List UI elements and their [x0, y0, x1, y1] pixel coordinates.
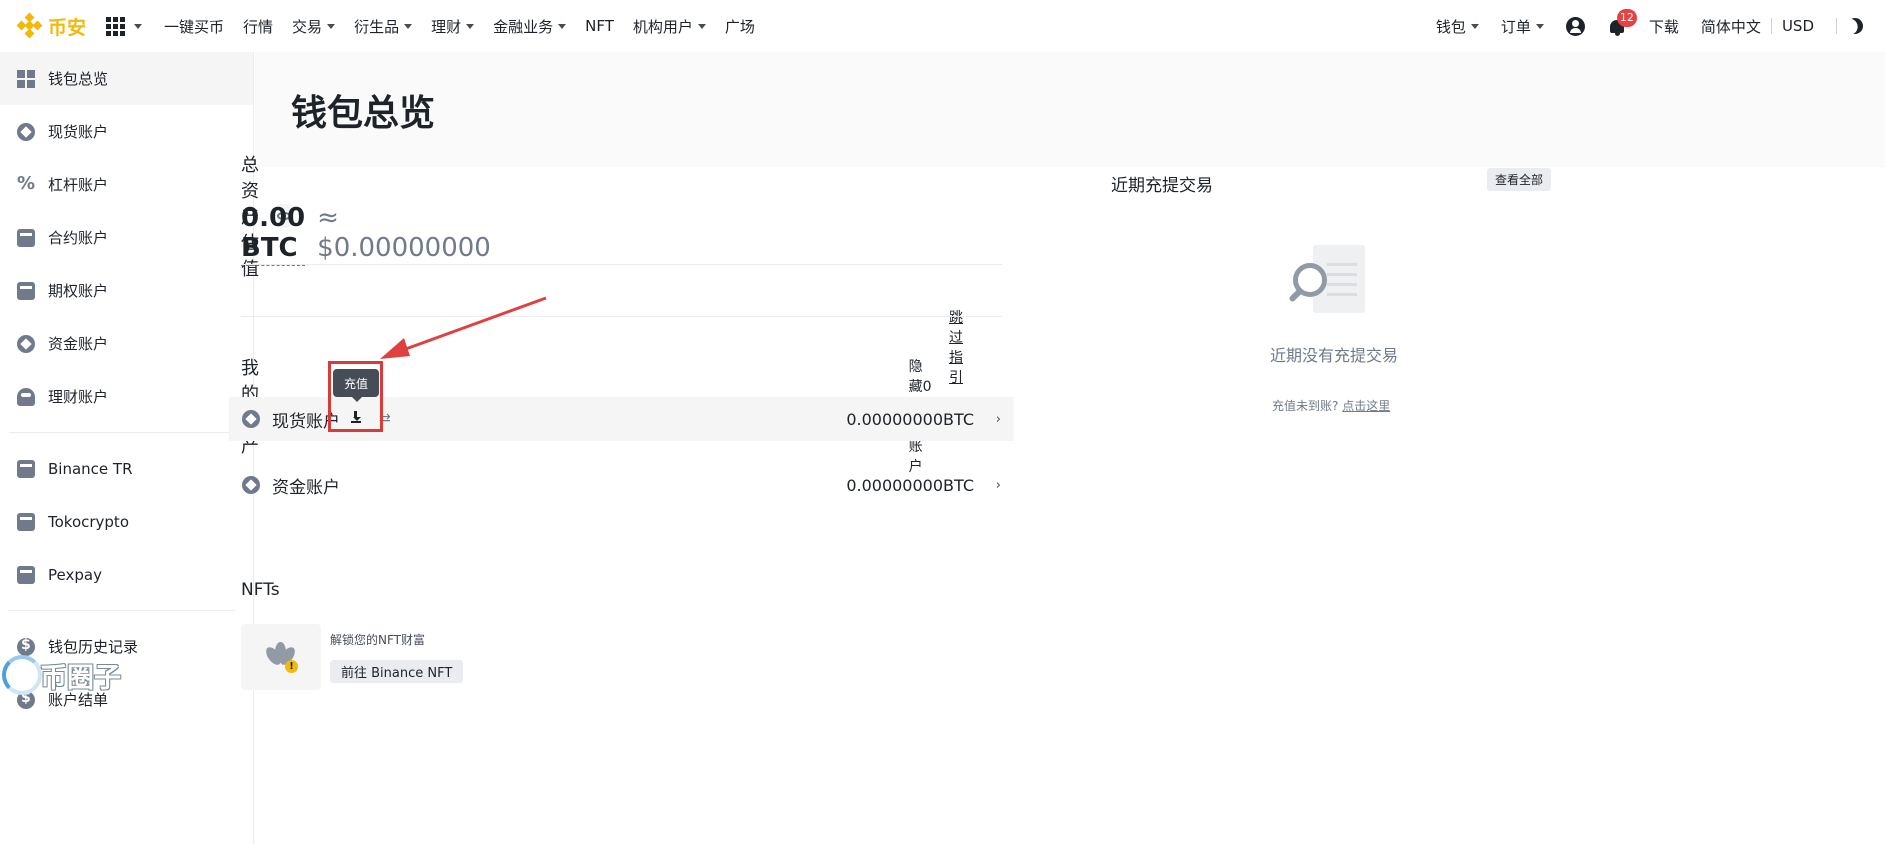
nav-institutional[interactable]: 机构用户 — [633, 16, 706, 37]
sidebar-item-funding[interactable]: 资金账户 — [0, 317, 253, 370]
annotation-arrow-shaft — [391, 296, 547, 356]
notifications-bell-icon[interactable]: 12 — [1607, 9, 1637, 37]
wallet-icon — [17, 565, 35, 584]
sidebar-item-tokocrypto[interactable]: Tokocrypto — [0, 495, 253, 548]
page-title: 钱包总览 — [291, 92, 436, 134]
chevron-down-icon — [404, 23, 413, 29]
sidebar-item-earn[interactable]: 理财账户 — [0, 370, 253, 423]
go-binance-nft-button[interactable]: 前往 Binance NFT — [330, 660, 464, 683]
sidebar-item-margin[interactable]: 杠杆账户 — [0, 158, 253, 211]
sidebar: 钱包总览 现货账户 杠杆账户 合约账户 期权账户 资金账户 理财账户 Binan… — [0, 52, 254, 844]
sidebar-item-wallet-overview[interactable]: 钱包总览 — [0, 52, 253, 105]
dashboard-grid-icon — [17, 69, 35, 88]
nav-trade[interactable]: 交易 — [292, 16, 336, 37]
asset-amount: 0.00000000BTC — [846, 475, 974, 495]
nav-markets[interactable]: 行情 — [243, 16, 273, 37]
funding-account-icon — [242, 476, 260, 494]
nft-unlock-text: 解锁您的NFT财富 — [330, 633, 425, 647]
watermark-text: 币圈子 — [40, 662, 121, 694]
top-navbar: 币安 一键买币 行情 交易 衍生品 理财 金融业务 NFT 机构用户 广场 钱包… — [0, 0, 1885, 52]
notification-count-badge: 12 — [1616, 9, 1637, 27]
nav-square[interactable]: 广场 — [725, 16, 755, 37]
options-icon — [17, 281, 35, 300]
sidebar-item-spot[interactable]: 现货账户 — [0, 105, 253, 158]
chevron-down-icon — [327, 23, 336, 29]
dark-mode-toggle-icon[interactable] — [1844, 15, 1866, 37]
chevron-down-icon — [697, 23, 706, 29]
asset-name: 资金账户 — [272, 477, 340, 498]
nav-divider — [1770, 18, 1772, 34]
click-here-link[interactable]: 点击这里 — [1342, 399, 1390, 413]
funding-icon — [17, 334, 35, 353]
total-btc-amount[interactable]: 0.00 BTC — [241, 203, 306, 266]
nav-divider — [1836, 18, 1837, 34]
deposit-tooltip: 充值 — [333, 369, 379, 402]
sidebar-item-options[interactable]: 期权账户 — [0, 264, 253, 317]
brand-name: 币安 — [48, 16, 87, 39]
binance-logo-icon — [16, 12, 43, 39]
currency-selector[interactable]: USD — [1782, 17, 1814, 35]
spot-account-icon — [17, 122, 35, 141]
wallet-icon — [17, 459, 35, 478]
apps-grid-icon — [106, 16, 126, 36]
divider — [241, 264, 1002, 265]
sidebar-divider — [9, 432, 235, 433]
asset-row-funding[interactable]: 资金账户 0.00000000BTC › — [229, 463, 1014, 507]
empty-search-illustration — [1285, 245, 1370, 320]
chevron-down-icon — [1535, 23, 1544, 29]
skip-guide-link[interactable]: 跳过指引 — [949, 307, 963, 387]
watermark-logo-icon — [2, 655, 42, 695]
total-balance-value: 0.00 BTC ≈ $0.00000000 — [241, 203, 491, 266]
total-usd-amount: ≈ $0.00000000 — [317, 203, 491, 263]
chevron-down-icon — [466, 23, 475, 29]
percent-icon — [17, 173, 35, 194]
empty-state-text: 近期没有充提交易 — [1270, 346, 1399, 365]
chevron-right-icon: › — [995, 477, 1001, 493]
asset-amount: 0.00000000BTC — [846, 409, 974, 429]
nav-earn[interactable]: 理财 — [431, 16, 475, 37]
watermark: 币圈子 — [2, 655, 121, 695]
apps-menu-button[interactable] — [106, 16, 143, 36]
wallet-icon — [17, 512, 35, 531]
annotation-arrow — [380, 296, 547, 359]
page-header: 钱包总览 — [255, 52, 1885, 167]
futures-icon — [17, 228, 35, 247]
nav-right-group: 钱包 订单 12 下载 简体中文 USD — [1436, 0, 1885, 52]
user-profile-icon[interactable] — [1565, 16, 1585, 36]
divider — [241, 316, 1002, 317]
sidebar-item-pexpay[interactable]: Pexpay — [0, 548, 253, 601]
brand-logo[interactable]: 币安 — [16, 12, 87, 40]
nft-placeholder-card: ! — [241, 624, 321, 690]
earn-icon — [17, 387, 35, 406]
nfts-heading: NFTs — [241, 580, 280, 600]
view-all-button[interactable]: 查看全部 — [1487, 168, 1552, 191]
nav-wallet[interactable]: 钱包 — [1436, 16, 1479, 37]
nav-finance[interactable]: 金融业务 — [493, 16, 567, 37]
nav-nft[interactable]: NFT — [585, 17, 614, 35]
spot-account-icon — [242, 410, 260, 428]
sidebar-item-futures[interactable]: 合约账户 — [0, 211, 253, 264]
deposit-not-arrived: 充值未到账? 点击这里 — [1272, 399, 1391, 413]
chevron-right-icon: › — [995, 411, 1001, 427]
deposit-arrow-head — [353, 417, 361, 421]
annotation-arrow-head — [380, 338, 410, 359]
language-selector[interactable]: 简体中文 — [1701, 16, 1761, 37]
nav-download[interactable]: 下载 — [1649, 16, 1679, 37]
main-content: 钱包总览 — [255, 52, 1885, 844]
sidebar-divider — [9, 610, 235, 611]
chevron-down-icon — [558, 23, 567, 29]
nav-derivatives[interactable]: 衍生品 — [354, 16, 413, 37]
history-icon — [17, 637, 35, 656]
recent-transactions-title: 近期充提交易 — [1111, 176, 1213, 196]
sidebar-item-binance-tr[interactable]: Binance TR — [0, 442, 253, 495]
nav-orders[interactable]: 订单 — [1501, 16, 1544, 37]
chevron-down-icon — [134, 23, 143, 29]
warning-icon: ! — [285, 660, 298, 673]
nav-buy-crypto[interactable]: 一键买币 — [164, 16, 224, 37]
chevron-down-icon — [1470, 23, 1479, 29]
